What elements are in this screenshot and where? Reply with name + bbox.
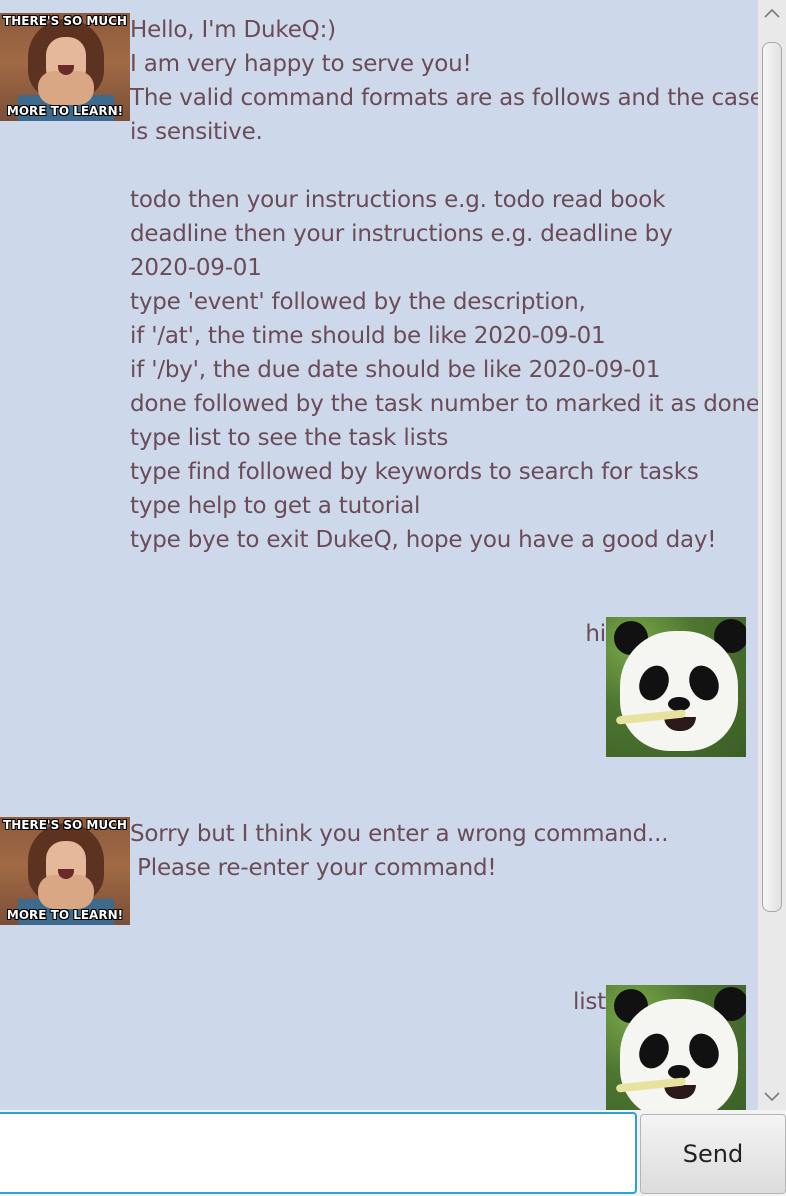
bot-avatar-caption-bottom: MORE TO LEARN! [6, 104, 124, 118]
bot-avatar: THERE'S SO MUCH MORE TO LEARN! [0, 817, 130, 925]
message-line: type bye to exit DukeQ, hope you have a … [130, 527, 717, 553]
message-line: Sorry but I think you enter a wrong comm… [130, 821, 669, 847]
user-avatar [606, 617, 746, 757]
message-line: The valid command formats are as follows… [130, 85, 758, 111]
send-button[interactable]: Send [640, 1114, 786, 1194]
bot-error-message: Sorry but I think you enter a wrong comm… [130, 817, 740, 885]
message-line: if '/by', the due date should be like 20… [130, 357, 661, 383]
user-avatar [606, 985, 746, 1110]
message-line: deadline then your instructions e.g. dea… [130, 221, 673, 247]
message-line: type help to get a tutorial [130, 493, 421, 519]
bot-avatar: THERE'S SO MUCH MORE TO LEARN! [0, 13, 130, 121]
message-line: todo then your instructions e.g. todo re… [130, 187, 666, 213]
message-line: Please re-enter your command! [130, 855, 497, 881]
message-line: is sensitive. [130, 119, 263, 145]
message-line: Hello, I'm DukeQ:) [130, 17, 336, 43]
message-line: type list to see the task lists [130, 425, 449, 451]
chevron-down-icon[interactable] [758, 1084, 786, 1110]
bot-avatar-caption-top: THERE'S SO MUCH [3, 14, 127, 28]
bot-avatar-caption-bottom: MORE TO LEARN! [6, 908, 124, 922]
message-line: type find followed by keywords to search… [130, 459, 699, 485]
chevron-up-icon[interactable] [758, 0, 786, 26]
message-line: I am very happy to serve you! [130, 51, 472, 77]
bot-welcome-message: Hello, I'm DukeQ:) I am very happy to se… [130, 13, 758, 557]
dialog-container: THERE'S SO MUCH MORE TO LEARN! Hello, I'… [0, 0, 758, 1110]
user-message-text: hi [585, 621, 606, 647]
scrollbar-thumb[interactable] [762, 42, 782, 912]
message-line: if '/at', the time should be like 2020-0… [130, 323, 606, 349]
user-input-field[interactable] [0, 1112, 637, 1194]
message-line: type 'event' followed by the description… [130, 289, 586, 315]
message-line: 2020-09-01 [130, 255, 262, 281]
message-line: done followed by the task number to mark… [130, 391, 758, 417]
message-line [130, 149, 740, 183]
vertical-scrollbar[interactable] [758, 0, 786, 1110]
bot-avatar-caption-top: THERE'S SO MUCH [3, 818, 127, 832]
user-message-text: list [573, 989, 606, 1015]
